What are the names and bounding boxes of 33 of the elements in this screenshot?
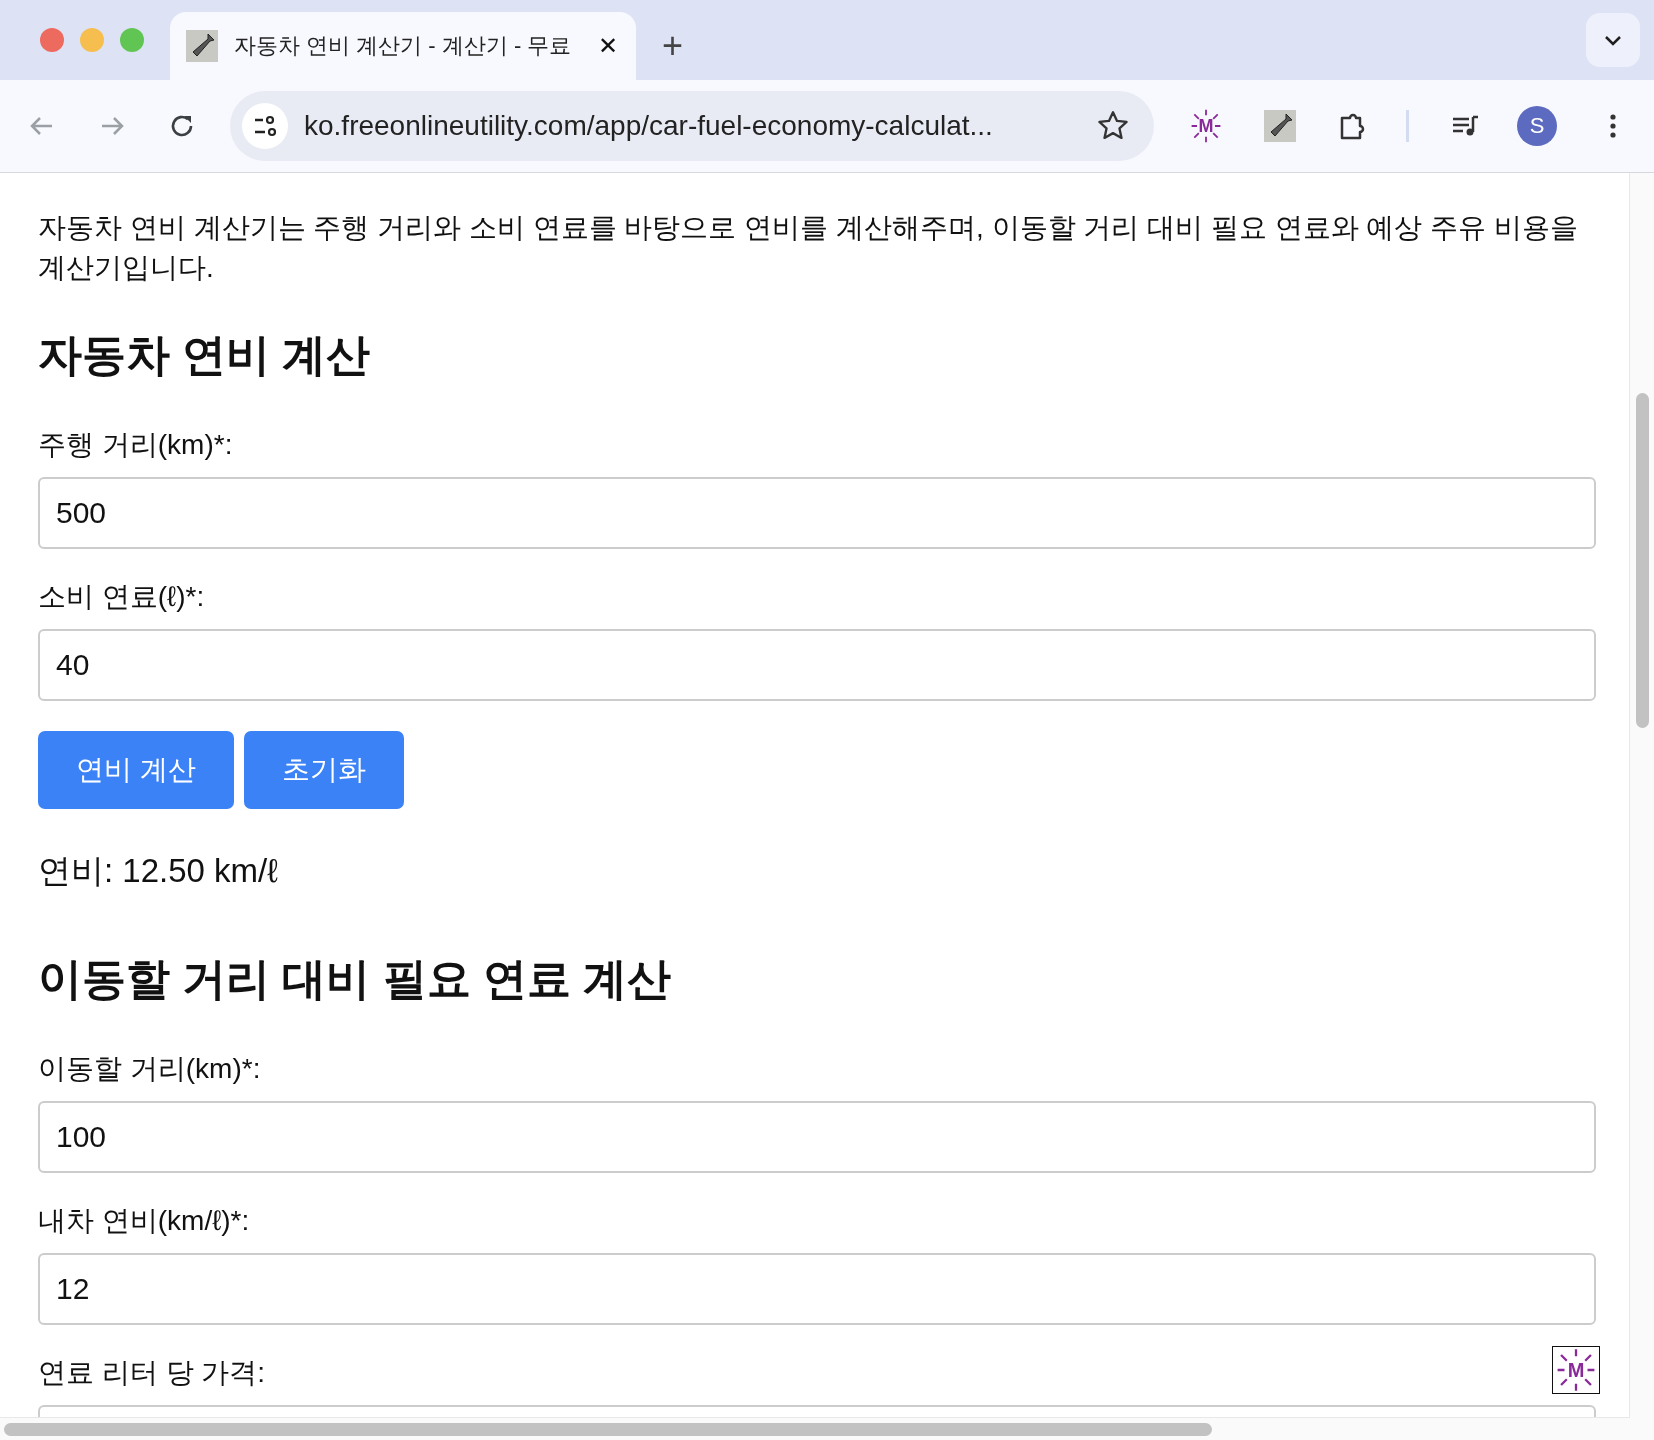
field-label: 이동할 거리(km)*:	[38, 1052, 261, 1086]
wrench-icon[interactable]	[1264, 110, 1296, 142]
scrollbar-thumb[interactable]	[1636, 393, 1649, 728]
site-settings-icon[interactable]	[242, 103, 288, 149]
chevron-down-icon[interactable]	[1586, 13, 1640, 67]
extension-badge[interactable]: M	[1552, 1346, 1600, 1394]
input-field[interactable]: 100	[38, 1101, 1596, 1173]
input-field[interactable]: 12	[38, 1253, 1596, 1325]
maximize-window-icon[interactable]	[120, 28, 144, 52]
minimize-window-icon[interactable]	[80, 28, 104, 52]
field-label: 내차 연비(km/ℓ)*:	[38, 1204, 250, 1238]
profile-avatar[interactable]: S	[1517, 106, 1557, 146]
tab-title: 자동차 연비 계산기 - 계산기 - 무료	[234, 32, 573, 60]
field-label: 소비 연료(ℓ)*:	[38, 580, 205, 614]
input-field[interactable]: 500	[38, 477, 1596, 549]
field-label: 연료 리터 당 가격:	[38, 1356, 266, 1390]
url-text: ko.freeonlineutility.com/app/car-fuel-economy-calculat...	[304, 110, 994, 142]
result-text: 연비: 12.50 km/ℓ	[38, 851, 279, 891]
intro-paragraph: 자동차 연비 계산기는 주행 거리와 소비 연료를 바탕으로 연비를 계산해주며, 이동할 거리 대비 필요 연료와 예상 주유 비용을 계산기입니다.	[38, 211, 1580, 285]
extension-button[interactable]: M	[1188, 108, 1224, 144]
input-field[interactable]: 40	[38, 629, 1596, 701]
close-window-icon[interactable]	[40, 28, 64, 52]
scrollbar-thumb[interactable]	[4, 1423, 1212, 1436]
section-heading: 자동차 연비 계산	[38, 329, 372, 381]
wrench-icon	[186, 30, 218, 62]
action-button[interactable]: 초기화	[243, 731, 404, 809]
section-heading: 이동할 거리 대비 필요 연료 계산	[38, 953, 673, 1005]
action-button[interactable]: 연비 계산	[38, 731, 234, 809]
new-tab-button[interactable]: +	[662, 26, 684, 66]
close-tab-button[interactable]: ✕	[597, 32, 618, 60]
address-bar[interactable]: ko.freeonlineutility.com/app/car-fuel-economy-calculat...	[230, 91, 1154, 161]
field-label: 주행 거리(km)*:	[38, 428, 233, 462]
browser-tab[interactable]: 자동차 연비 계산기 - 계산기 - 무료 ✕	[170, 12, 636, 80]
